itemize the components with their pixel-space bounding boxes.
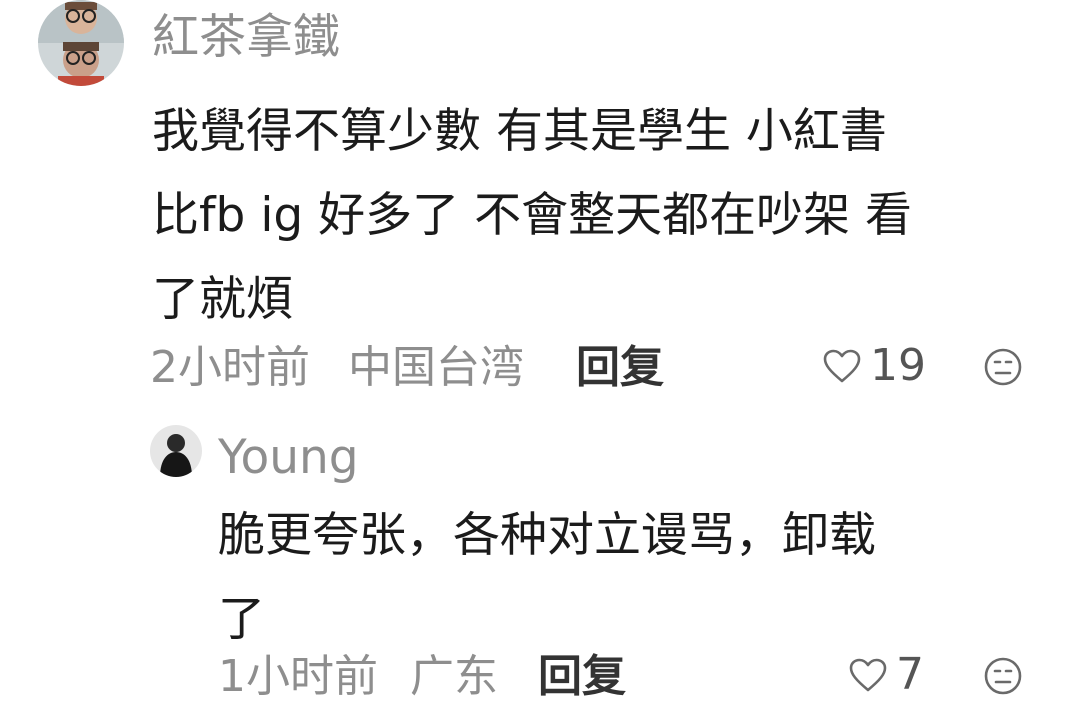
heart-outline-icon xyxy=(822,348,862,384)
reply-like-button[interactable]: 7 xyxy=(848,653,924,697)
reply-time: 1小时前 xyxy=(218,651,378,702)
comment-line: 我覺得不算少數 有其是學生 小紅書 xyxy=(152,104,887,159)
like-count: 19 xyxy=(870,340,926,391)
heart-outline-icon xyxy=(848,657,888,693)
reply-location: 广东 xyxy=(410,651,498,702)
comment-line: 比fb ig 好多了 不會整天都在吵架 看 xyxy=(152,188,913,243)
reply-line: 了 xyxy=(218,592,265,647)
neutral-face-icon[interactable] xyxy=(983,656,1023,696)
reply-reply-button[interactable]: 回复 xyxy=(538,655,626,699)
comment-text: 我覺得不算少數 有其是學生 小紅書 比fb ig 好多了 不會整天都在吵架 看 … xyxy=(152,90,912,342)
comment-location: 中国台湾 xyxy=(348,342,524,393)
comment-time: 2小时前 xyxy=(150,342,310,393)
reply-username[interactable]: Young xyxy=(218,434,359,481)
reply-line: 脆更夸张，各种对立谩骂，卸载 xyxy=(218,508,876,563)
reply-avatar[interactable] xyxy=(150,425,202,477)
neutral-face-icon[interactable] xyxy=(983,347,1023,387)
avatar[interactable] xyxy=(38,0,124,86)
reply-button[interactable]: 回复 xyxy=(576,346,664,390)
like-button[interactable]: 19 xyxy=(822,344,926,388)
like-count: 7 xyxy=(896,649,924,700)
comment-line: 了就煩 xyxy=(152,272,293,327)
reply-text: 脆更夸张，各种对立谩骂，卸载 了 xyxy=(218,494,876,662)
comment-username[interactable]: 紅茶拿鐵 xyxy=(152,14,340,61)
